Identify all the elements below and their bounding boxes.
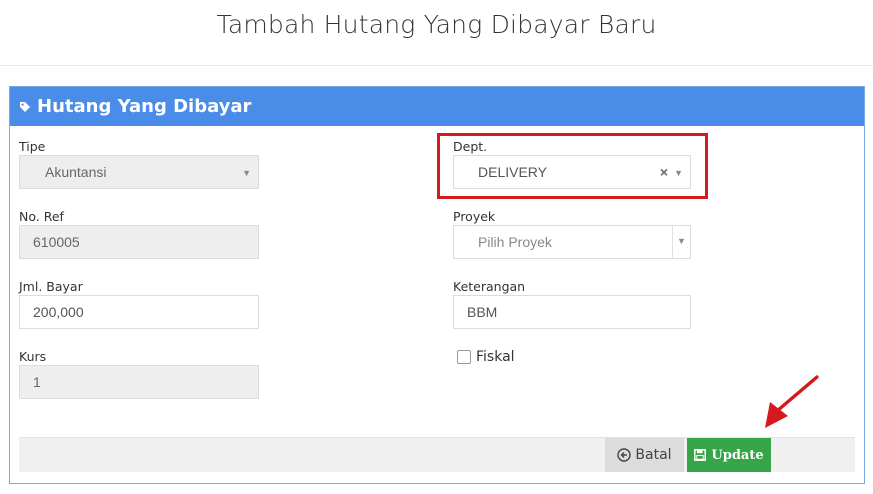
annotation-arrow (765, 375, 819, 428)
dept-highlight-box (437, 133, 708, 199)
fiskal-checkbox[interactable] (457, 350, 471, 364)
chevron-down-icon: ▼ (242, 168, 251, 178)
proyek-label: Proyek (453, 209, 496, 224)
cancel-label: Batal (635, 447, 672, 463)
jml-bayar-label: Jml. Bayar (19, 279, 83, 294)
update-label: Update (711, 447, 764, 463)
chevron-down-icon: ▼ (672, 226, 690, 258)
back-arrow-icon (617, 448, 632, 462)
fiskal-label: Fiskal (476, 349, 515, 365)
no-ref-label: No. Ref (19, 209, 64, 224)
cancel-button[interactable]: Batal (605, 438, 684, 472)
kurs-value: 1 (33, 374, 41, 390)
kurs-field: 1 (19, 365, 259, 399)
tipe-value: Akuntansi (45, 164, 107, 180)
jml-bayar-input[interactable]: 200,000 (19, 295, 259, 329)
jml-bayar-value: 200,000 (33, 304, 84, 320)
update-button[interactable]: Update (687, 438, 771, 472)
no-ref-value: 610005 (33, 234, 80, 250)
proyek-placeholder: Pilih Proyek (478, 234, 552, 250)
panel-title: Hutang Yang Dibayar (37, 96, 252, 117)
title-divider (0, 65, 873, 66)
save-icon (694, 449, 707, 461)
no-ref-field: 610005 (19, 225, 259, 259)
page-title: Tambah Hutang Yang Dibayar Baru (216, 10, 657, 39)
panel-header: Hutang Yang Dibayar (10, 87, 864, 126)
proyek-select[interactable]: Pilih Proyek ▼ (453, 225, 691, 259)
tag-icon (20, 101, 30, 112)
tipe-label: Tipe (19, 139, 46, 154)
keterangan-input[interactable]: BBM (453, 295, 691, 329)
keterangan-label: Keterangan (453, 279, 526, 294)
kurs-label: Kurs (19, 349, 47, 364)
tipe-select[interactable]: Akuntansi ▼ (19, 155, 259, 189)
keterangan-value: BBM (467, 304, 498, 320)
